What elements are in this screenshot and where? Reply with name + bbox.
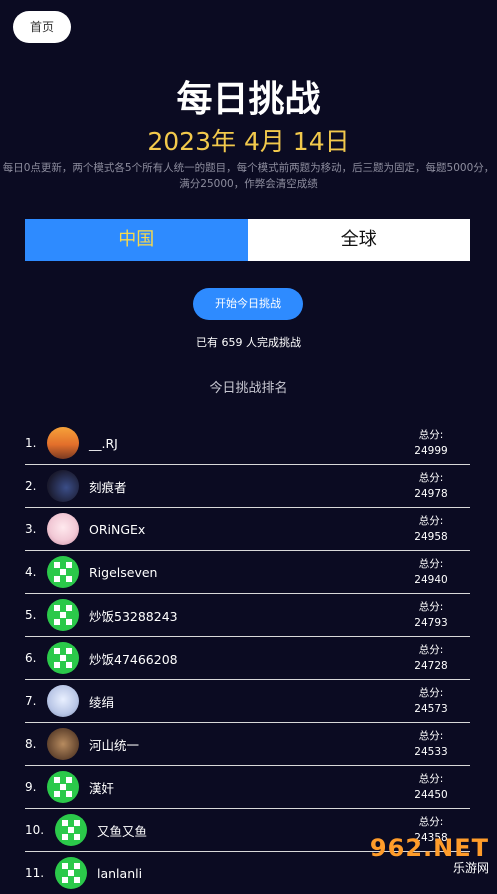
table-row[interactable]: 4. Rigelseven 总分: 24940 [25,551,470,594]
score: 总分: 24958 [414,515,448,543]
rank-number: 9. [25,780,37,794]
score: 总分: 24573 [414,687,448,715]
player-name: lanlanli [97,865,143,881]
avatar[interactable] [47,599,79,631]
score: 总分: 24940 [414,558,448,586]
rank-number: 1. [25,436,37,450]
player-name: 绫绢 [89,694,115,710]
challenge-date: 2023年 4月 14日 [147,127,350,156]
rules-description: 每日0点更新，两个模式各5个所有人统一的题目，每个模式前两题为移动，后三题为固定… [2,162,495,190]
player-name: 河山统一 [89,737,140,753]
rank-number: 2. [25,479,37,493]
player-name: 又鱼又鱼 [97,823,148,839]
avatar[interactable] [47,728,79,760]
player-name: ORiNGEx [89,521,146,537]
rank-number: 11. [25,866,45,880]
rank-number: 6. [25,651,37,665]
table-row[interactable]: 3. ORiNGEx 总分: 24958 [25,508,470,551]
table-row[interactable]: 9. 漢奸 总分: 24450 [25,766,470,809]
table-row[interactable]: 7. 绫绢 总分: 24573 [25,680,470,723]
avatar[interactable] [47,642,79,674]
table-row[interactable]: 2. 刻痕者 总分: 24978 [25,465,470,508]
rank-number: 5. [25,608,37,622]
page-title: 每日挑战 [176,79,321,120]
avatar[interactable] [47,427,79,459]
rank-number: 10. [25,823,45,837]
rank-number: 4. [25,565,37,579]
avatar[interactable] [47,556,79,588]
player-name: 炒饭47466208 [89,651,178,667]
start-challenge-button[interactable]: 开始今日挑战 [193,288,303,320]
tab-global[interactable]: 全球 [247,219,470,261]
rank-number: 3. [25,522,37,536]
avatar[interactable] [47,513,79,545]
score: 总分: 24978 [414,472,448,500]
avatar[interactable] [55,857,87,889]
avatar[interactable] [47,685,79,717]
score: 总分: 24533 [414,730,448,758]
avatar[interactable] [55,814,87,846]
home-button[interactable]: 首页 [13,11,71,43]
site-watermark-logo: 962.NET 乐游网 [369,834,489,875]
table-row[interactable]: 8. 河山统一 总分: 24533 [25,723,470,766]
completed-count: 已有 659 人完成挑战 [196,336,301,349]
player-name: 炒饭53288243 [89,608,178,624]
player-name: __.RJ [89,435,118,451]
rank-number: 7. [25,694,37,708]
avatar[interactable] [47,470,79,502]
table-row[interactable]: 1. __.RJ 总分: 24999 [25,422,470,465]
rank-number: 8. [25,737,37,751]
score: 总分: 24450 [414,773,448,801]
ranking-list: 1. __.RJ 总分: 24999 2. 刻痕者 总分: 24978 3. ORi… [25,422,470,894]
player-name: Rigelseven [89,564,158,580]
table-row[interactable]: 6. 炒饭47466208 总分: 24728 [25,637,470,680]
avatar[interactable] [47,771,79,803]
region-tabs: 中国 全球 [25,219,470,261]
ranking-title: 今日挑战排名 [209,381,288,396]
tab-china[interactable]: 中国 [25,219,248,261]
score: 总分: 24728 [414,644,448,672]
table-row[interactable]: 5. 炒饭53288243 总分: 24793 [25,594,470,637]
player-name: 漢奸 [89,780,115,796]
score: 总分: 24999 [414,429,448,457]
score: 总分: 24793 [414,601,448,629]
player-name: 刻痕者 [89,479,127,495]
